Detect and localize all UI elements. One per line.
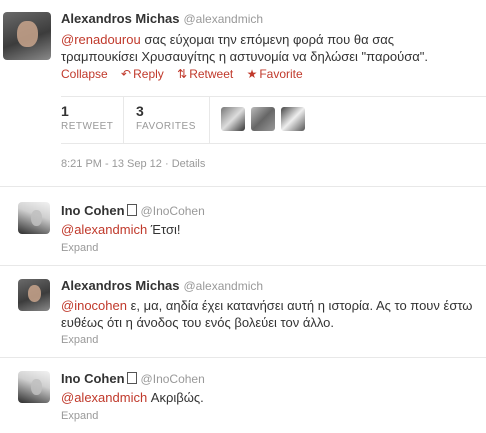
tweet-header: Ino Cohen @InoCohen [61,371,205,386]
mention-link[interactable]: @alexandmich [61,390,147,405]
unknown-glyph-icon [126,372,137,384]
tweet-text: @renadourou σας εύχομαι την επόμενη φορά… [61,31,471,65]
collapse-button[interactable]: Collapse [61,67,108,81]
retweet-icon: ⇅ [177,67,188,81]
tweet-header: Alexandros Michas @alexandmich [61,11,263,26]
tweet-header: Ino Cohen @InoCohen [61,203,205,218]
tweet-actions: Collapse ↶ Reply ⇅ Retweet ★ Favorite [61,67,313,81]
retweet-count: 1 [61,103,69,119]
author-handle[interactable]: @InoCohen [141,372,205,386]
avatar[interactable] [3,12,51,60]
favoriter-avatar[interactable] [281,107,305,131]
reply-arrow-icon: ↶ [121,67,132,81]
expand-link[interactable]: Expand [61,334,98,346]
avatar-face [17,20,38,48]
author-name[interactable]: Alexandros Michas [61,278,180,293]
expand-link[interactable]: Expand [61,242,98,254]
tweet-meta: 8:21 PM - 13 Sep 12 · Details [61,158,205,170]
stat-divider [123,97,124,143]
author-name[interactable]: Ino Cohen [61,203,125,218]
stat-divider [209,97,210,143]
author-handle[interactable]: @alexandmich [184,279,264,293]
avatar[interactable] [18,279,50,311]
author-name[interactable]: Ino Cohen [61,371,125,386]
separator [0,265,486,266]
retweet-label: Retweet [189,67,234,81]
avatar[interactable] [18,371,50,403]
separator [0,357,486,358]
details-link[interactable]: Details [172,158,206,170]
avatar-face [30,379,42,395]
tweet-header: Alexandros Michas @alexandmich [61,278,263,293]
author-handle[interactable]: @InoCohen [141,204,205,218]
star-icon: ★ [246,67,258,81]
author-name[interactable]: Alexandros Michas [61,11,180,26]
favoriter-avatar[interactable] [221,107,245,131]
timestamp-link[interactable]: 8:21 PM - 13 Sep 12 [61,158,162,170]
tweet-text: @inocohen ε, μα, αηδία έχει κατανήσει αυ… [61,297,483,331]
retweet-stat[interactable]: 1 RETWEET [61,103,113,132]
expand-link[interactable]: Expand [61,410,98,422]
retweet-button[interactable]: ⇅ Retweet [177,67,233,81]
meta-separator: · [164,158,172,170]
reply-button[interactable]: ↶ Reply [121,67,164,81]
favorites-stat-label: FAVORITES [136,121,196,132]
author-handle[interactable]: @alexandmich [184,12,264,26]
mention-link[interactable]: @inocohen [61,298,127,313]
favorites-count: 3 [136,103,144,119]
separator [0,186,486,187]
unknown-glyph-icon [126,204,137,216]
favoriter-avatar[interactable] [251,107,275,131]
mention-link[interactable]: @renadourou [61,32,141,47]
favorite-label: Favorite [259,67,303,81]
tweet-body: Έτσι! [147,222,181,237]
tweet-text: @alexandmich Ακριβώς. [61,389,204,406]
favorite-button[interactable]: ★ Favorite [247,67,303,81]
avatar-face [30,210,42,226]
tweet-stats: 1 RETWEET 3 FAVORITES [61,96,486,144]
tweet-text: @alexandmich Έτσι! [61,221,180,238]
tweet-body: Ακριβώς. [147,390,204,405]
avatar[interactable] [18,202,50,234]
avatar-face [27,284,42,303]
favorites-stat[interactable]: 3 FAVORITES [136,103,196,132]
mention-link[interactable]: @alexandmich [61,222,147,237]
reply-label: Reply [133,67,164,81]
retweet-stat-label: RETWEET [61,121,114,132]
